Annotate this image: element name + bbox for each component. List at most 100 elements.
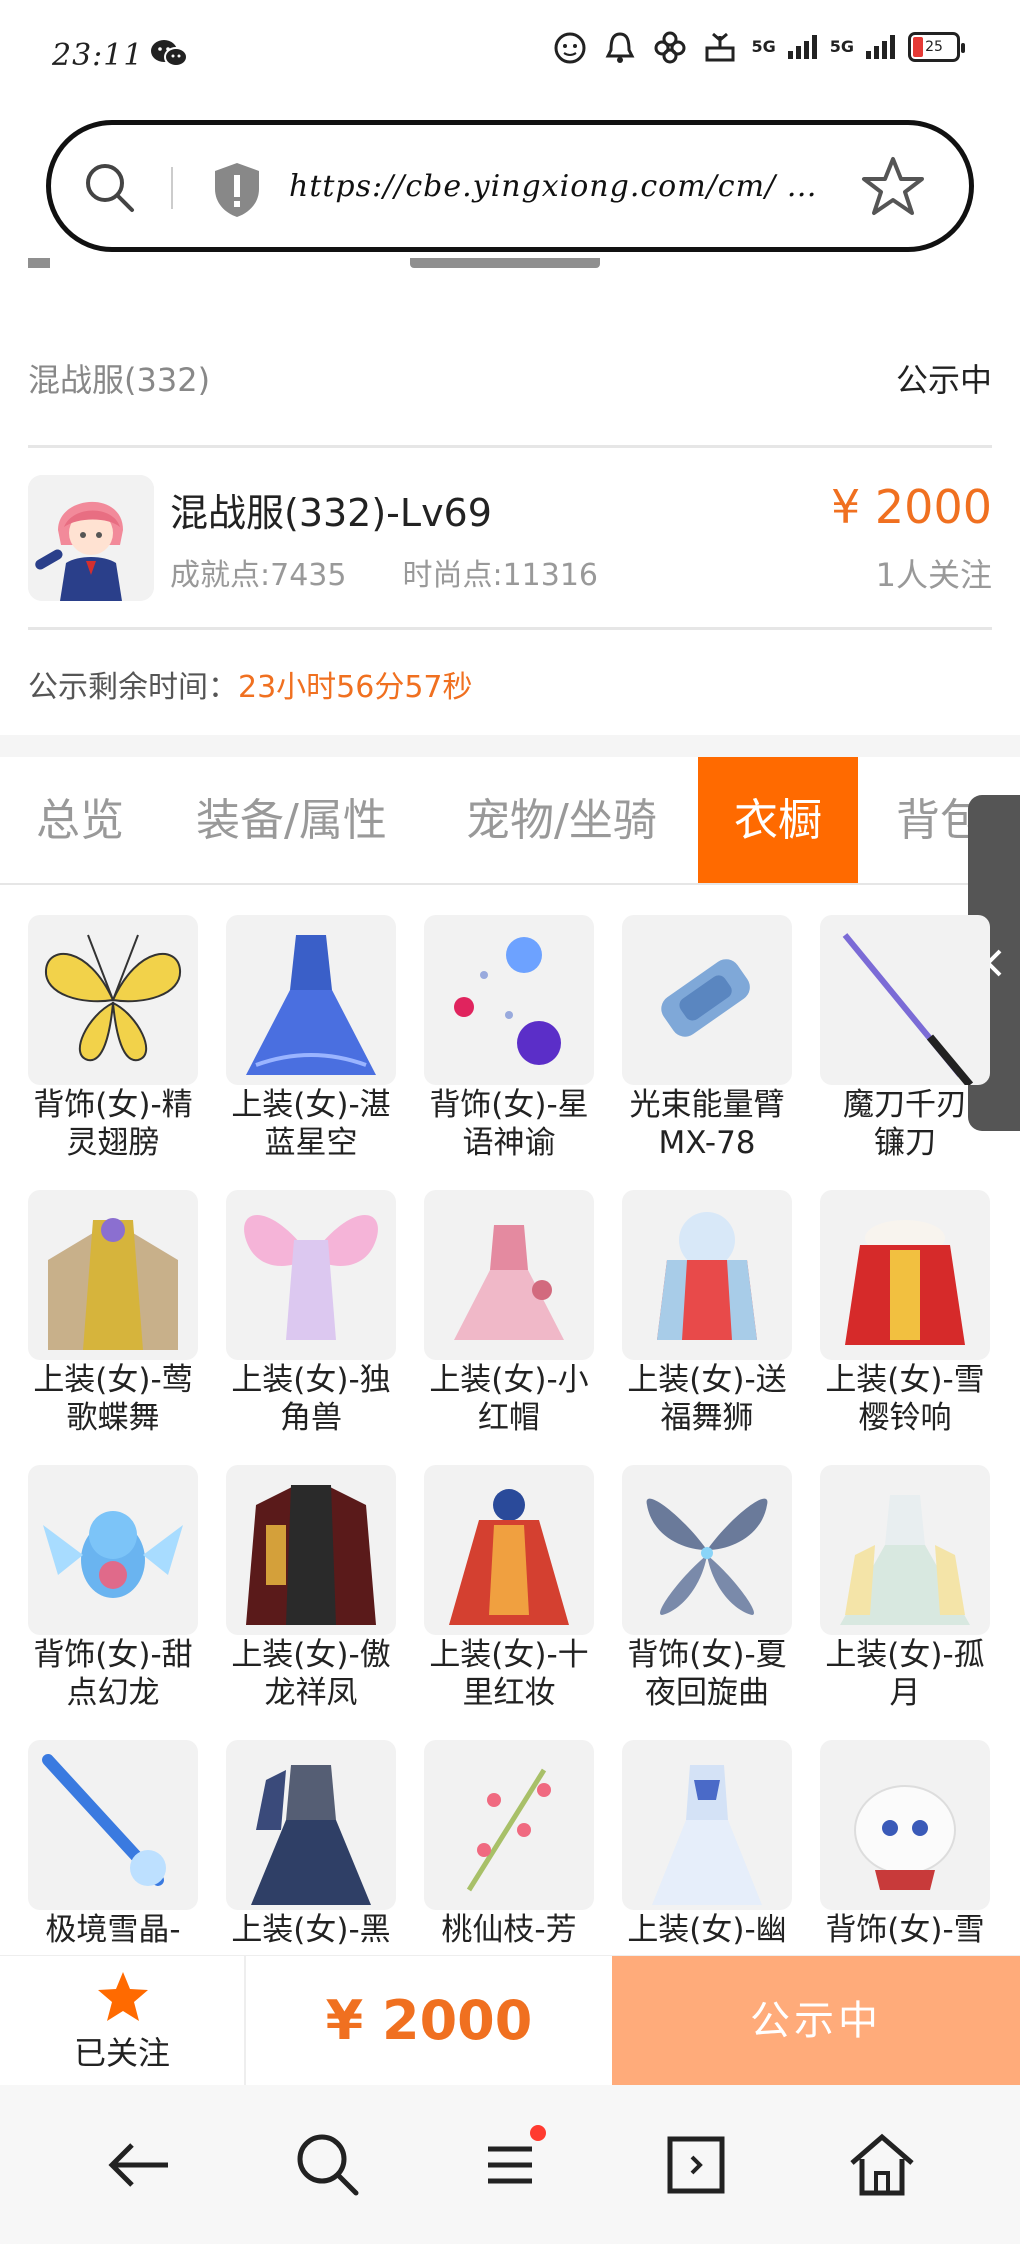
item-name-line2: 福舞狮 (660, 1400, 754, 1436)
item-image (28, 1740, 198, 1910)
tab-wardrobe[interactable]: 衣橱 (698, 757, 858, 883)
item-label: 上装(女)-孤月 (806, 1636, 1004, 1712)
back-arrow-icon[interactable] (100, 2125, 180, 2205)
home-icon[interactable] (842, 2125, 922, 2205)
item-label: 背饰(女)-星 语神谕 (410, 1086, 608, 1162)
fashion-points: 时尚点:11316 (402, 558, 599, 593)
tab-equipment[interactable]: 装备/属性 (196, 757, 387, 883)
server-name: 混战服(332) (28, 361, 211, 399)
item-label: 上装(女)-送 福舞狮 (608, 1361, 806, 1437)
item-name-line1: 上装(女)-黑 (231, 1912, 391, 1948)
item-label: 上装(女)-傲 龙祥凤 (212, 1636, 410, 1712)
item-name-line2: 语神谕 (462, 1125, 556, 1161)
role-stats: 成就点:7435 时尚点:11316 (170, 550, 654, 594)
item-image (28, 915, 198, 1085)
item-label: 上装(女)-雪 樱铃响 (806, 1361, 1004, 1437)
tabs-icon[interactable] (656, 2125, 736, 2205)
divider (28, 627, 992, 630)
item-label: 光束能量臂 MX-78 (608, 1086, 806, 1162)
section-gap (0, 735, 1020, 757)
item-image (820, 915, 990, 1085)
item-name-line2: 月 (889, 1675, 921, 1711)
shield-icon[interactable] (211, 161, 263, 219)
item-image (622, 915, 792, 1085)
search-icon[interactable] (81, 159, 137, 215)
avatar[interactable] (28, 475, 154, 601)
role-price: ¥ 2000 (831, 480, 992, 534)
tab-overview[interactable]: 总览 (36, 757, 124, 883)
flower-icon (654, 31, 686, 64)
role-title: 混战服(332)-Lv69 (170, 491, 492, 535)
item-image (226, 1740, 396, 1910)
star-icon[interactable] (861, 155, 925, 219)
item-image (622, 1465, 792, 1635)
tab-bar: 总览 装备/属性 宠物/坐骑 衣橱 背包 (0, 757, 1020, 885)
item-name-line1: 背饰(女)-雪 (825, 1912, 985, 1948)
status-text: 公示中 (895, 361, 992, 399)
item-name-line1: 魔刀千刃 (843, 1087, 967, 1123)
item-label: 上装(女)-黑 (212, 1911, 410, 1949)
address-bar[interactable]: https://cbe.yingxiong.com/cm/ … (46, 120, 974, 252)
countdown-value: 23小时56分57秒 (238, 670, 473, 705)
item-image (622, 1190, 792, 1360)
item-image (424, 915, 594, 1085)
item-name-line2: 龙祥凤 (264, 1675, 358, 1711)
item-label: 极境雪晶- (14, 1911, 212, 1949)
item-name-line2: 蓝星空 (264, 1125, 358, 1161)
item-name-line2: 夜回旋曲 (645, 1675, 769, 1711)
item-image (820, 1740, 990, 1910)
follower-count: 1人关注 (875, 556, 992, 594)
action-bar: 已关注 ¥ 2000 公示中 (0, 1955, 1020, 2086)
item-name-line1: 上装(女)-傲 (231, 1637, 391, 1673)
item-image (424, 1740, 594, 1910)
item-name-line2: 点幻龙 (66, 1675, 160, 1711)
item-label: 上装(女)-幽 (608, 1911, 806, 1949)
item-name-line1: 上装(女)-送 (627, 1362, 787, 1398)
divider (171, 167, 173, 209)
item-image (424, 1190, 594, 1360)
signal-bars-icon (787, 35, 817, 59)
bottom-price: ¥ 2000 (325, 1989, 533, 2052)
face-icon (554, 32, 586, 64)
item-name-line1: 上装(女)-小 (429, 1362, 589, 1398)
item-name-line1: 上装(女)-雪 (825, 1362, 985, 1398)
item-name-line1: 桃仙枝-芳 (441, 1912, 577, 1948)
tab-pets[interactable]: 宠物/坐骑 (466, 757, 657, 883)
battery-level: 25 (925, 39, 943, 55)
clipped-header (0, 258, 1020, 276)
item-name-line1: 上装(女)-孤 (825, 1637, 985, 1673)
signal-5g-1: 5G (751, 37, 776, 56)
item-label: 桃仙枝-芳 (410, 1911, 608, 1949)
item-image (28, 1465, 198, 1635)
item-label: 背饰(女)-甜 点幻龙 (14, 1636, 212, 1712)
item-image (226, 1465, 396, 1635)
item-name-line2: MX-78 (658, 1125, 756, 1161)
browser-nav-bar (0, 2085, 1020, 2244)
wardrobe-grid: 背饰(女)-精 灵翅膀 上装(女)-湛 蓝星空 背饰(女)-星 语神谕 光束能量臂 MX… (0, 890, 1020, 1955)
follow-button[interactable]: 已关注 (0, 1956, 244, 2086)
item-name-line2: 歌蝶舞 (66, 1400, 160, 1436)
follow-label: 已关注 (73, 2034, 170, 2072)
publicity-button[interactable]: 公示中 (612, 1956, 1020, 2086)
menu-button[interactable] (470, 2125, 550, 2205)
item-label: 上装(女)-莺 歌蝶舞 (14, 1361, 212, 1437)
status-bar: 23:11 5G 5G 25 (0, 0, 1020, 115)
item-label: 魔刀千刃 镰刀 (806, 1086, 1004, 1162)
battery-icon: 25 (908, 32, 965, 62)
item-label: 背饰(女)-精 灵翅膀 (14, 1086, 212, 1162)
star-filled-icon (98, 1972, 148, 2021)
item-label: 上装(女)-湛 蓝星空 (212, 1086, 410, 1162)
search-icon[interactable] (288, 2125, 368, 2205)
item-image (820, 1465, 990, 1635)
url-text[interactable]: https://cbe.yingxiong.com/cm/ … (289, 169, 818, 204)
notification-dot (530, 2125, 546, 2141)
item-name-line1: 上装(女)-独 (231, 1362, 391, 1398)
item-name-line1: 上装(女)-湛 (231, 1087, 391, 1123)
wechat-icon (151, 40, 188, 67)
countdown-label: 公示剩余时间： (28, 670, 238, 705)
item-image (226, 915, 396, 1085)
item-name-line1: 背饰(女)-夏 (627, 1637, 787, 1673)
item-name-line2: 红帽 (478, 1400, 540, 1436)
signal-5g-2: 5G (829, 37, 854, 56)
item-image (226, 1190, 396, 1360)
